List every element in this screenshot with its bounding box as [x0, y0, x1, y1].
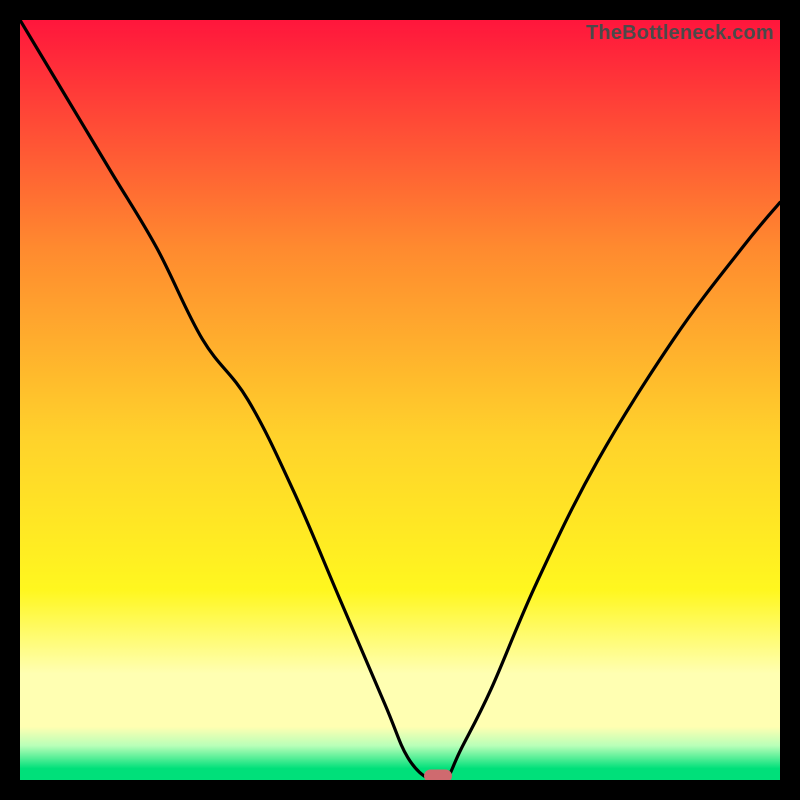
bottleneck-curve: [20, 20, 780, 780]
minimum-marker: [424, 770, 452, 780]
chart-frame: TheBottleneck.com: [0, 0, 800, 800]
plot-area: TheBottleneck.com: [20, 20, 780, 780]
